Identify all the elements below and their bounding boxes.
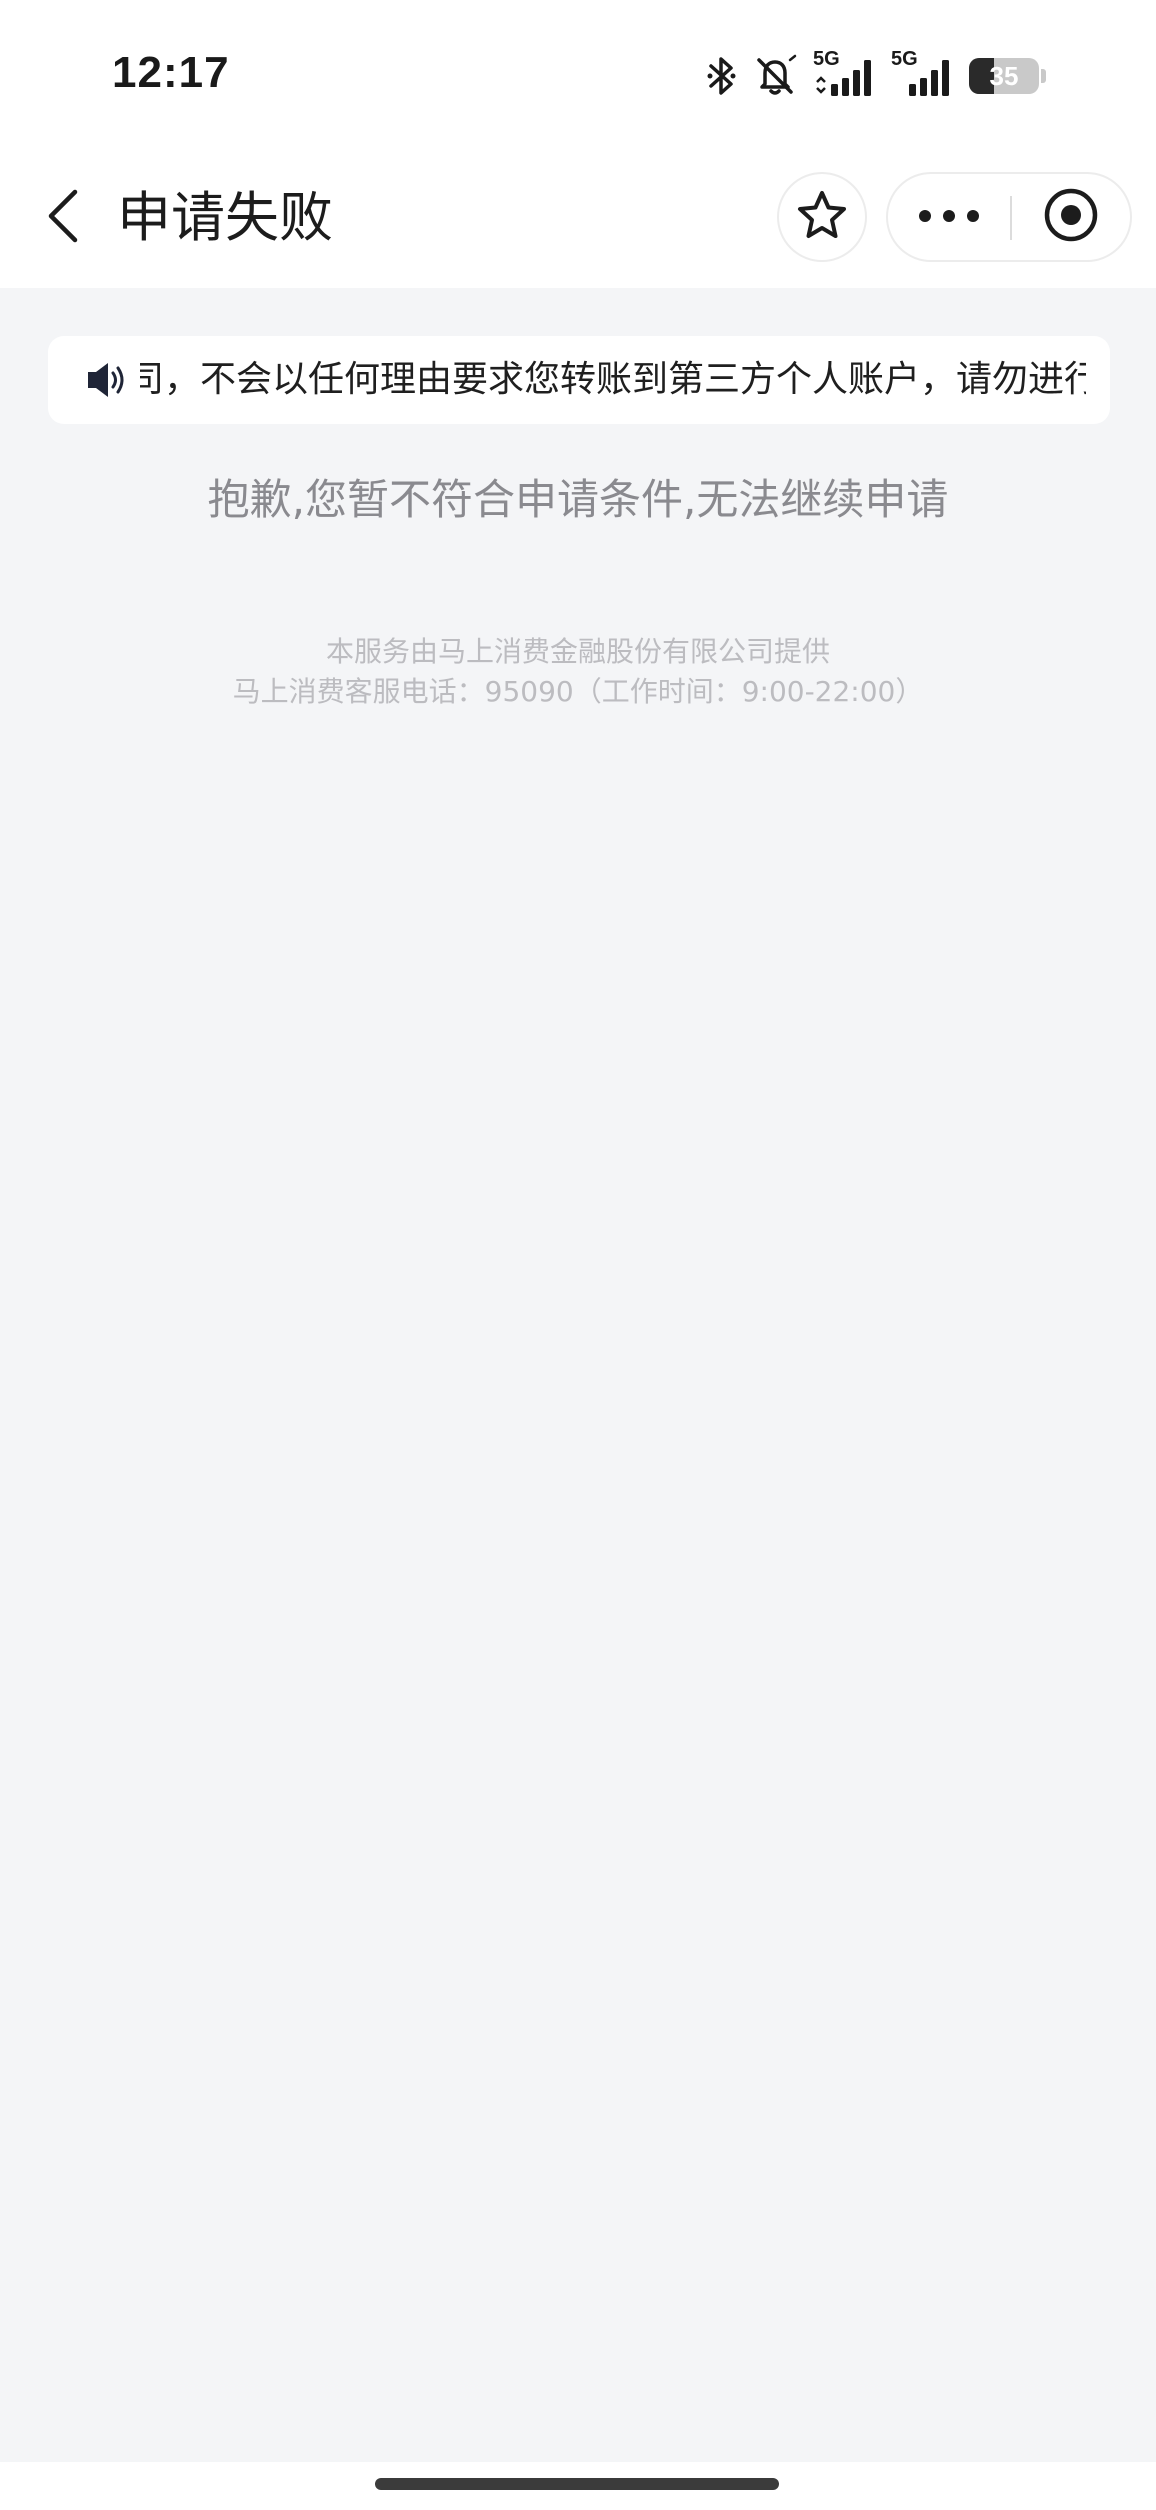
page-title: 申请失败: [117, 186, 333, 249]
nav-bar: 申请失败: [0, 150, 1156, 288]
close-miniprogram-button[interactable]: [1012, 174, 1130, 260]
battery-percent: 35: [989, 61, 1019, 91]
signal-5g-icon: 5G: [813, 48, 875, 100]
star-icon: [796, 189, 848, 245]
more-dots-icon: [918, 208, 980, 227]
status-time: 12:17: [112, 48, 230, 97]
miniprogram-capsule: [886, 172, 1132, 262]
service-provider-text: 本服务由马上消费金融股份有限公司提供: [325, 635, 830, 668]
battery-tip: [1041, 69, 1046, 83]
signal-5g-icon: 5G: [891, 48, 953, 100]
failure-message: 抱歉,您暂不符合申请条件,无法继续申请: [207, 475, 949, 524]
customer-hotline-text: 马上消费客服电话：95090（工作时间：9:00-22:00）: [232, 675, 924, 708]
home-indicator[interactable]: [375, 2478, 779, 2490]
back-button[interactable]: [28, 180, 98, 256]
home-indicator-area: [0, 2462, 1156, 2510]
mute-bell-icon: [753, 54, 797, 98]
status-bar: 12:17 5G 5G 35: [0, 0, 1156, 150]
bluetooth-icon: [707, 54, 737, 98]
target-close-icon: [1043, 187, 1099, 247]
more-button[interactable]: [888, 174, 1010, 260]
battery-icon: 35: [969, 58, 1039, 94]
notice-marquee: 司，不会以任何理由要求您转账到第三方个人账户，请勿进行: [140, 336, 1086, 424]
notice-bar[interactable]: 司，不会以任何理由要求您转账到第三方个人账户，请勿进行: [48, 336, 1110, 424]
back-arrow-icon: [43, 186, 83, 250]
notice-text: 司，不会以任何理由要求您转账到第三方个人账户，请勿进行: [140, 359, 1086, 400]
status-icons: 5G 5G 35: [707, 48, 1046, 100]
speaker-icon: [86, 358, 132, 402]
favorite-button[interactable]: [777, 172, 867, 262]
service-info: 本服务由马上消费金融股份有限公司提供 马上消费客服电话：95090（工作时间：9…: [0, 632, 1156, 712]
